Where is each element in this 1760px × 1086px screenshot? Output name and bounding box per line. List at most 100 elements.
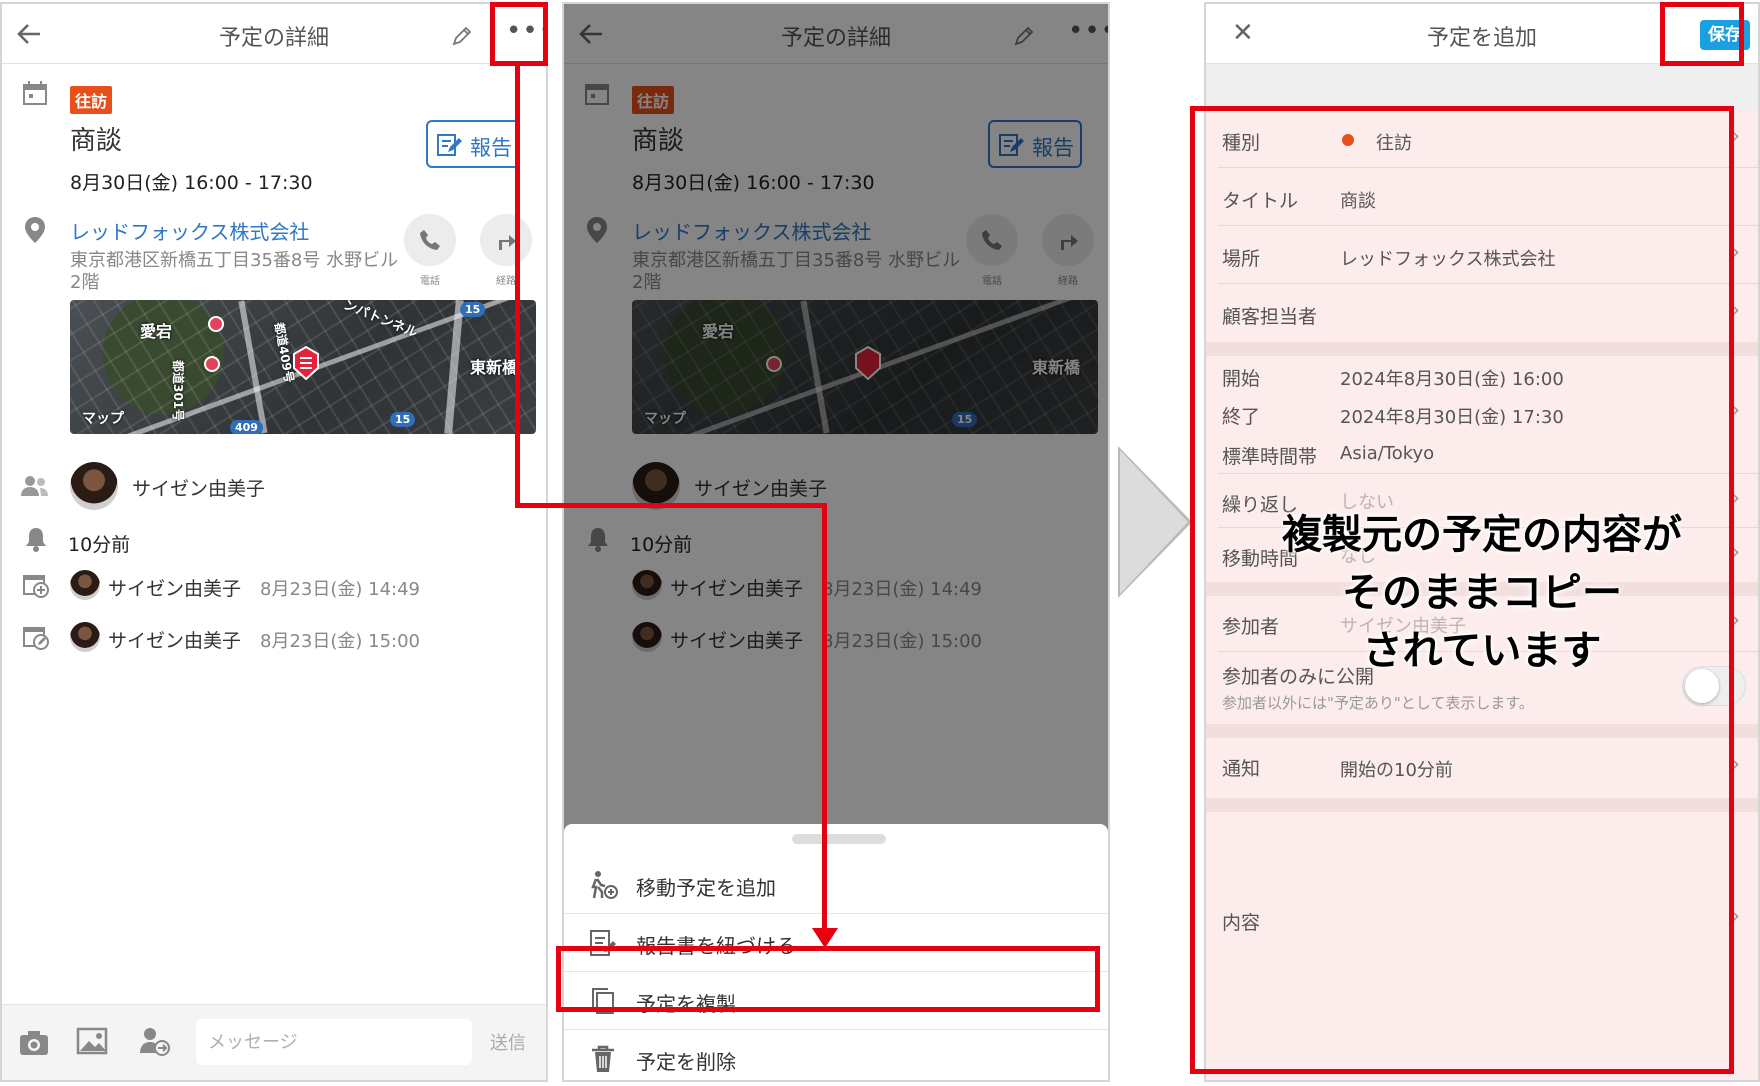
field-start[interactable]: 開始 2024年8月30日(金) 16:00: [1218, 356, 1758, 394]
company-link[interactable]: レッドフォックス株式会社: [70, 216, 309, 245]
field-customer[interactable]: 顧客担当者 ›: [1218, 284, 1758, 342]
callout-line: そのままコピー: [1342, 570, 1622, 616]
calendar-icon: [23, 81, 47, 105]
history-avatar: [70, 570, 100, 600]
field-label: 場所: [1222, 248, 1261, 270]
field-end[interactable]: 終了 2024年8月30日(金) 17:30 ›: [1218, 394, 1758, 434]
map-label: ンパトンネル: [341, 300, 420, 341]
trash-icon: [592, 1045, 614, 1072]
sheet-item-label: 予定を複製: [636, 992, 736, 1016]
flow-arrow-inner: [1120, 450, 1188, 594]
sheet-item-label: 報告書を紐づける: [636, 934, 796, 958]
chevron-right-icon: ›: [1731, 904, 1740, 929]
map-view[interactable]: 愛宕 東新橋 ンパトンネル 都道409号 都道301号 マップ 15 15 40…: [70, 300, 536, 434]
sheet-item-duplicate[interactable]: 予定を複製: [564, 972, 1108, 1030]
field-label: 終了: [1222, 406, 1261, 428]
add-header: 予定を追加 ✕ 保存: [1206, 4, 1758, 64]
report-edit-icon: [437, 134, 462, 156]
field-notify[interactable]: 通知 開始の10分前 ›: [1218, 738, 1758, 798]
callout-line: 複製元の予定の内容が: [1282, 512, 1682, 558]
type-color-dot: [1342, 134, 1354, 146]
map-label: 愛宕: [140, 322, 173, 341]
sheet-item-label: 移動予定を追加: [636, 876, 776, 900]
detail-screen: 予定の詳細 ••• 往訪 商談 8月30日(金) 16:00 - 17:30 報…: [0, 2, 548, 1082]
participants-icon: [21, 476, 48, 496]
field-label: 内容: [1222, 912, 1261, 934]
back-arrow-icon[interactable]: [16, 22, 42, 46]
walking-add-icon: [591, 871, 618, 899]
history-name: サイゼン由美子: [108, 578, 242, 600]
map-label: マップ: [82, 411, 124, 427]
field-timezone[interactable]: 標準時間帯 Asia/Tokyo: [1218, 434, 1758, 474]
report-button-label: 報告: [470, 136, 512, 160]
message-bar: 送信: [2, 1004, 546, 1080]
sheet-item-add-travel[interactable]: 移動予定を追加: [564, 856, 1108, 914]
route-caption: 経路: [496, 276, 516, 287]
map-route-badge: 15: [390, 412, 416, 427]
destination-marker-icon: [293, 346, 319, 380]
more-menu-icon[interactable]: •••: [506, 16, 546, 46]
chevron-right-icon: ›: [1731, 124, 1740, 149]
history-name: サイゼン由美子: [108, 630, 242, 652]
chevron-right-icon: ›: [1731, 240, 1740, 265]
map-route-badge: 15: [460, 302, 486, 317]
map-poi-pin: [204, 356, 220, 372]
action-sheet: 移動予定を追加 報告書を紐づける 予定を複製 予定を削除: [564, 824, 1108, 1080]
close-icon[interactable]: ✕: [1232, 18, 1254, 48]
history-avatar: [70, 622, 100, 652]
field-label: 通知: [1222, 758, 1261, 780]
section-separator: [1206, 342, 1758, 356]
created-calendar-icon: [23, 575, 49, 598]
report-button[interactable]: 報告: [426, 120, 520, 168]
chevron-right-icon: ›: [1731, 398, 1740, 423]
field-note: 参加者以外には"予定あり"として表示します。: [1222, 694, 1534, 712]
header-spacer: [1206, 64, 1758, 110]
edit-pencil-icon[interactable]: [450, 24, 474, 48]
field-label: 開始: [1222, 368, 1261, 390]
field-value: Asia/Tokyo: [1340, 443, 1435, 464]
history-time: 8月23日(金) 15:00: [260, 631, 420, 652]
detail-header: 予定の詳細 •••: [2, 4, 546, 64]
sheet-item-delete[interactable]: 予定を削除: [564, 1030, 1108, 1080]
call-button[interactable]: [404, 214, 456, 266]
field-label: タイトル: [1222, 190, 1299, 212]
sheet-handle[interactable]: [792, 834, 886, 844]
map-road: [238, 300, 268, 434]
send-button[interactable]: 送信: [490, 1029, 526, 1055]
call-caption: 電話: [420, 276, 440, 287]
mention-user-icon[interactable]: [138, 1025, 170, 1057]
route-button[interactable]: [480, 214, 532, 266]
field-value: 開始の10分前: [1340, 760, 1453, 781]
callout-connector: [515, 503, 827, 508]
callout-line: されています: [1362, 628, 1602, 674]
bell-icon: [26, 528, 46, 552]
field-label: 種別: [1222, 132, 1261, 154]
field-place[interactable]: 場所 レッドフォックス株式会社 ›: [1218, 226, 1758, 284]
category-badge: 往訪: [70, 86, 113, 114]
detail-screen-with-menu: 予定の詳細 ••• 往訪 商談 8月30日(金) 16:00 - 17:30 報…: [562, 2, 1110, 1082]
history-time: 8月23日(金) 14:49: [260, 579, 420, 600]
event-title: 商談: [70, 126, 123, 156]
participant-avatar: [70, 462, 118, 510]
connector-arrowhead-icon: [812, 928, 838, 948]
map-label: 東新橋: [470, 358, 519, 377]
section-separator: [1206, 798, 1758, 812]
field-value: 商談: [1340, 191, 1376, 212]
field-type[interactable]: 種別 往訪 ›: [1218, 110, 1758, 168]
field-content[interactable]: 内容 ›: [1218, 812, 1758, 1072]
event-datetime: 8月30日(金) 16:00 - 17:30: [70, 172, 313, 194]
message-input[interactable]: [196, 1019, 472, 1065]
participant-name: サイゼン由美子: [132, 478, 266, 500]
edited-calendar-icon: [23, 627, 49, 650]
address-text: 東京都港区新橋五丁目35番8号 水野ビル2階: [70, 250, 399, 293]
save-button[interactable]: 保存: [1700, 20, 1750, 50]
section-separator: [1206, 724, 1758, 738]
chevron-right-icon: ›: [1731, 298, 1740, 323]
add-event-screen: 予定を追加 ✕ 保存 種別 往訪 › タイトル 商談 場所 レッドフォックス株式…: [1204, 2, 1760, 1082]
callout-connector: [822, 503, 827, 931]
map-poi-pin: [208, 316, 224, 332]
camera-icon[interactable]: [18, 1029, 50, 1057]
field-title[interactable]: タイトル 商談: [1218, 168, 1758, 226]
chevron-right-icon: ›: [1731, 752, 1740, 777]
image-icon[interactable]: [76, 1027, 108, 1055]
